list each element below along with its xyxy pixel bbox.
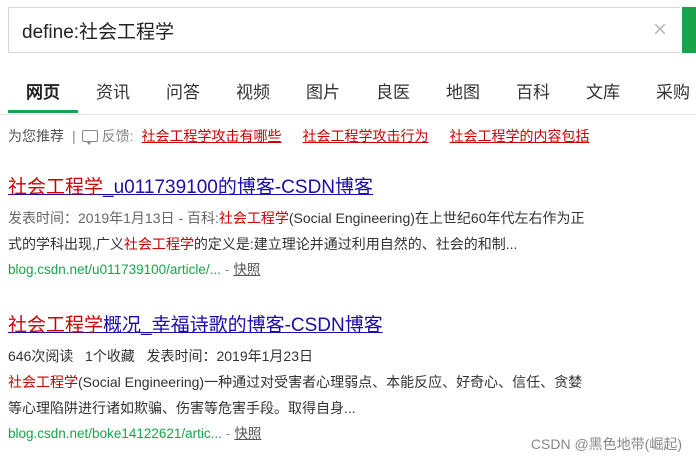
search-box[interactable]: define:社会工程学 × [8, 7, 680, 53]
recommend-link[interactable]: 社会工程学的内容包括 [450, 126, 590, 146]
search-result: 社会工程学概况_幸福诗歌的博客-CSDN博客 646次阅读 1个收藏 发表时间：… [8, 310, 688, 447]
active-tab-indicator [8, 110, 78, 113]
tab-qa[interactable]: 问答 [166, 78, 200, 103]
result-url[interactable]: blog.csdn.net/u011739100/article/... - 快照 [8, 257, 688, 283]
result-snippet: 发表时间：2019年1月13日 - 百科:社会工程学(Social Engine… [8, 210, 585, 226]
result-snippet: 社会工程学(Social Engineering)一种通过对受害者心理弱点、本能… [8, 374, 583, 390]
tab-images[interactable]: 图片 [306, 78, 340, 103]
recommend-link[interactable]: 社会工程学攻击行为 [303, 126, 429, 146]
result-meta: 646次阅读 1个收藏 发表时间：2019年1月23日 [8, 348, 313, 364]
search-input[interactable]: define:社会工程学 [22, 17, 640, 44]
tab-purchase[interactable]: 采购 [656, 78, 690, 103]
tab-baike[interactable]: 百科 [516, 78, 550, 103]
recommend-link[interactable]: 社会工程学攻击有哪些 [142, 126, 282, 146]
watermark: CSDN @黑色地带(崛起) [530, 436, 682, 452]
result-title-link[interactable]: 社会工程学_u011739100的博客-CSDN博客 [8, 172, 688, 199]
tab-doctor[interactable]: 良医 [376, 78, 410, 103]
tab-web[interactable]: 网页 [26, 78, 60, 103]
result-title-link[interactable]: 社会工程学概况_幸福诗歌的博客-CSDN博客 [8, 310, 688, 337]
recommend-label: 为您推荐 [8, 128, 64, 144]
tab-news[interactable]: 资讯 [96, 78, 130, 103]
tab-wenku[interactable]: 文库 [586, 78, 620, 103]
tab-video[interactable]: 视频 [236, 78, 270, 103]
snapshot-link[interactable]: 快照 [233, 262, 260, 277]
feedback-icon[interactable] [81, 130, 98, 145]
recommend-bar: 为您推荐 | 反馈: 社会工程学攻击有哪些 社会工程学攻击行为 社会工程学的内容… [8, 126, 611, 146]
feedback-link[interactable]: 反馈: [102, 126, 134, 146]
separator: | [72, 128, 76, 144]
result-snippet: 式的学科出现,广义社会工程学的定义是:建立理论并通过利用自然的、社会的和制... [8, 236, 518, 252]
search-result: 社会工程学_u011739100的博客-CSDN博客 发表时间：2019年1月1… [8, 172, 688, 283]
result-snippet: 等心理陷阱进行诸如欺骗、伤害等危害手段。取得自身... [8, 400, 356, 416]
tab-bar: 网页 资讯 问答 视频 图片 良医 地图 百科 文库 采购 [0, 62, 696, 115]
tab-map[interactable]: 地图 [446, 78, 480, 103]
snapshot-link[interactable]: 快照 [234, 426, 261, 441]
close-icon[interactable]: × [640, 18, 680, 42]
search-button[interactable] [682, 7, 696, 53]
